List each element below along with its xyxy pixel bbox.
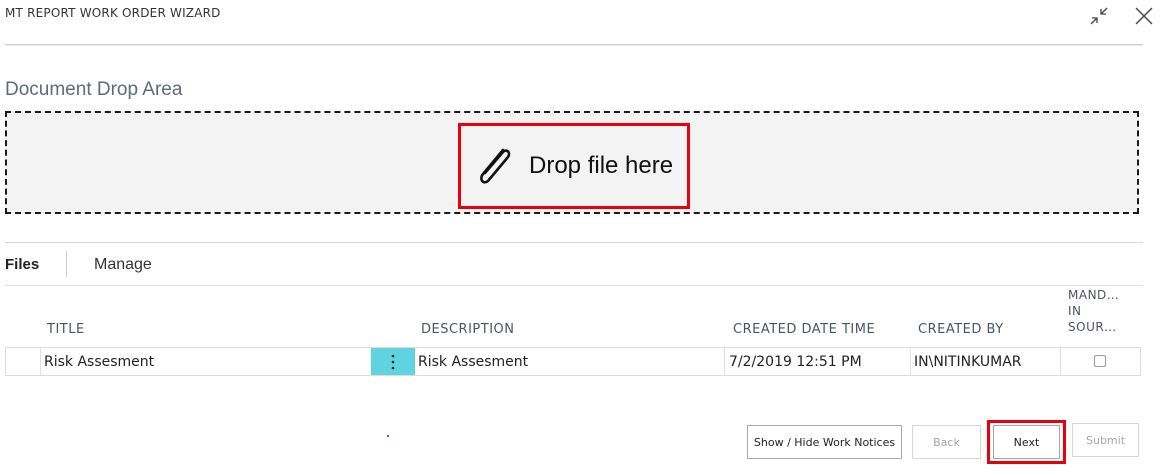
wizard-title: MT REPORT WORK ORDER WIZARD (5, 6, 221, 20)
drop-file-target[interactable]: Drop file here (458, 123, 690, 209)
close-button[interactable] (1131, 3, 1157, 29)
tab-manage[interactable]: Manage (94, 256, 152, 274)
row-title-cell[interactable]: Risk Assesment (44, 354, 154, 370)
column-header-mandatory-line: IN (1068, 304, 1082, 318)
drop-area-title: Document Drop Area (5, 79, 183, 100)
collapse-button[interactable] (1086, 3, 1112, 29)
row-divider (1060, 348, 1061, 375)
row-actions-button[interactable] (371, 348, 415, 375)
tab-separator (66, 251, 67, 277)
row-created-by-cell: IN\NITINKUMAR (914, 354, 1022, 370)
row-created-date-cell: 7/2/2019 12:51 PM (729, 354, 862, 370)
row-divider (724, 348, 725, 375)
collapse-arrows-icon (1090, 7, 1108, 25)
next-button[interactable]: Next (993, 425, 1060, 459)
column-header-title[interactable]: TITLE (47, 322, 85, 337)
submit-button[interactable]: Submit (1072, 423, 1139, 457)
row-description-cell: Risk Assesment (418, 354, 529, 370)
back-button[interactable]: Back (912, 425, 981, 459)
show-hide-work-notices-button[interactable]: Show / Hide Work Notices (747, 425, 902, 459)
paperclip-icon (480, 148, 511, 184)
row-divider (40, 348, 41, 375)
stray-mark (387, 435, 389, 437)
section-divider (5, 242, 1143, 243)
tab-divider (5, 285, 1143, 286)
vertical-ellipsis-icon (391, 354, 395, 369)
column-header-mandatory-line: MAND… (1068, 288, 1120, 302)
column-header-created-date-time[interactable]: CREATED DATE TIME (733, 322, 875, 337)
column-header-description[interactable]: DESCRIPTION (421, 322, 515, 337)
header-divider (5, 44, 1143, 45)
tab-files[interactable]: Files (5, 256, 39, 273)
column-header-mandatory-line: SOUR… (1068, 320, 1117, 334)
column-header-mandatory[interactable]: MAND… IN SOUR… (1068, 287, 1119, 335)
column-header-created-by[interactable]: CREATED BY (918, 322, 1004, 337)
row-divider (910, 348, 911, 375)
close-x-icon (1135, 7, 1153, 25)
mandatory-checkbox[interactable] (1094, 355, 1106, 367)
drop-file-label: Drop file here (529, 152, 674, 179)
